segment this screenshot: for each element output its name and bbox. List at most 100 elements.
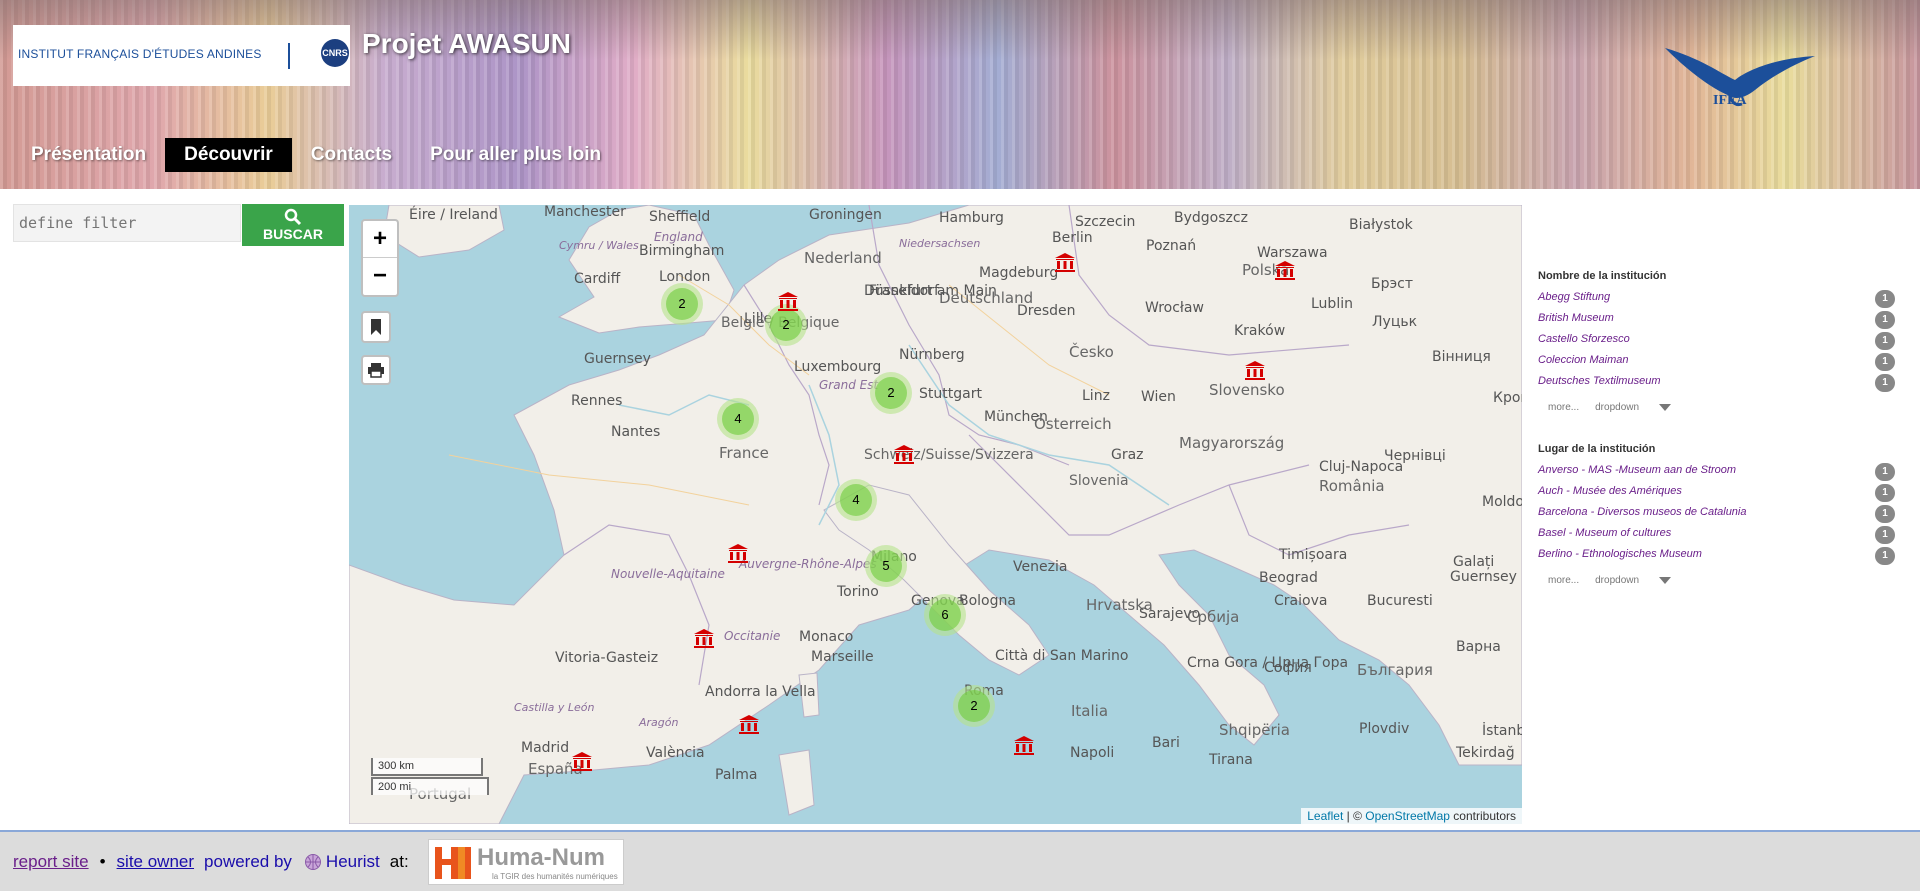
humanum-tagline: la TGIR des humanités numériques [492, 872, 618, 881]
svg-text:Cardiff: Cardiff [574, 271, 621, 287]
museum-marker-icon[interactable] [727, 542, 749, 564]
facet-count-badge: 1 [1875, 311, 1895, 329]
svg-text:Auvergne-Rhône-Alpes: Auvergne-Rhône-Alpes [738, 557, 877, 571]
facet-item[interactable]: Coleccion Maiman 1 [1538, 353, 1895, 375]
facet-dropdown-toggle[interactable]: dropdown [1595, 575, 1687, 586]
nav-pour-aller-plus-loin[interactable]: Pour aller plus loin [411, 138, 620, 172]
svg-text:Wien: Wien [1141, 389, 1176, 405]
svg-text:Linz: Linz [1082, 388, 1110, 404]
svg-text:Occitanie: Occitanie [724, 629, 780, 643]
svg-text:Andorra la Vella: Andorra la Vella [705, 684, 816, 700]
search-input[interactable] [13, 204, 241, 242]
museum-marker-icon[interactable] [1054, 251, 1076, 273]
svg-text:София: София [1264, 660, 1312, 676]
svg-text:Magyarország: Magyarország [1179, 434, 1284, 452]
svg-text:Madrid: Madrid [521, 740, 569, 756]
svg-text:Palma: Palma [715, 767, 758, 783]
map-view[interactable]: Éire / Ireland Manchester Sheffield Engl… [349, 205, 1522, 824]
powered-by-label: powered by [204, 852, 292, 871]
site-owner-link[interactable]: site owner [117, 852, 194, 872]
nav-decouvrir[interactable]: Découvrir [165, 138, 292, 172]
cnrs-logo: CNRS [321, 39, 349, 67]
svg-text:Éire / Ireland: Éire / Ireland [409, 206, 498, 223]
site-title[interactable]: Projet AWASUN [362, 28, 571, 60]
zoom-in-button[interactable]: + [363, 221, 397, 258]
facet-item[interactable]: Basel - Museum of cultures 1 [1538, 526, 1895, 548]
svg-text:Birmingham: Birmingham [639, 243, 724, 259]
svg-text:Луцьк: Луцьк [1372, 314, 1417, 330]
svg-text:България: България [1357, 661, 1433, 679]
facet-item[interactable]: Castello Sforzesco 1 [1538, 332, 1895, 354]
facet-item[interactable]: British Museum 1 [1538, 311, 1895, 333]
svg-text:Torino: Torino [836, 584, 879, 600]
svg-text:İstanbul: İstanbul [1482, 721, 1522, 739]
museum-marker-icon[interactable] [738, 713, 760, 735]
footer-separator: • [99, 852, 106, 871]
svg-text:Białystok: Białystok [1349, 217, 1414, 233]
footer: report site • site owner powered by Heur… [0, 830, 1920, 891]
osm-link[interactable]: OpenStreetMap [1365, 809, 1450, 823]
report-site-link[interactable]: report site [13, 852, 89, 872]
main-nav: Présentation Découvrir Contacts Pour all… [12, 138, 620, 172]
bookmark-button[interactable] [361, 311, 391, 343]
facet-panel: Nombre de la institución Abegg Stiftung 1… [1538, 270, 1895, 614]
svg-text:Hamburg: Hamburg [939, 210, 1004, 226]
nav-presentation[interactable]: Présentation [12, 138, 165, 172]
museum-marker-icon[interactable] [1274, 259, 1296, 281]
zoom-control: + − [361, 219, 399, 297]
facet-item[interactable]: Auch - Musée des Amériques 1 [1538, 484, 1895, 506]
facet-item[interactable]: Deutsches Textilmuseum 1 [1538, 374, 1895, 396]
svg-text:Beograd: Beograd [1259, 570, 1318, 586]
map-cluster[interactable]: 2 [661, 283, 703, 325]
zoom-out-button[interactable]: − [363, 258, 397, 295]
museum-marker-icon[interactable] [777, 290, 799, 312]
print-button[interactable] [361, 355, 391, 385]
facet-count-badge: 1 [1875, 526, 1895, 544]
map-cluster[interactable]: 2 [870, 372, 912, 414]
museum-marker-icon[interactable] [693, 627, 715, 649]
map-cluster[interactable]: 2 [953, 685, 995, 727]
facet-more-link[interactable]: more... [1548, 402, 1579, 413]
facet-more-link[interactable]: more... [1548, 575, 1579, 586]
svg-text:Venezia: Venezia [1013, 559, 1067, 575]
museum-marker-icon[interactable] [571, 750, 593, 772]
svg-text:Вінниця: Вінниця [1432, 349, 1491, 365]
museum-marker-icon[interactable] [1013, 734, 1035, 756]
humanum-logo[interactable]: Huma-Num la TGIR des humanités numérique… [428, 839, 624, 885]
facet-item[interactable]: Berlino - Ethnologisches Museum 1 [1538, 547, 1895, 569]
facet-group-institution: Nombre de la institución Abegg Stiftung 1… [1538, 270, 1895, 413]
svg-text:Stuttgart: Stuttgart [919, 386, 982, 402]
leaflet-link[interactable]: Leaflet [1307, 809, 1343, 823]
museum-marker-icon[interactable] [893, 443, 915, 465]
map-scale: 300 km 200 mi [371, 758, 489, 795]
nav-contacts[interactable]: Contacts [292, 138, 411, 172]
svg-text:Monaco: Monaco [799, 629, 853, 645]
svg-text:Кроп: Кроп [1493, 390, 1522, 406]
svg-text:France: France [719, 444, 769, 462]
facet-count-badge: 1 [1875, 547, 1895, 565]
search-button[interactable]: BUSCAR [242, 204, 344, 246]
facet-more-row: more... dropdown [1548, 402, 1895, 413]
map-cluster[interactable]: 5 [865, 545, 907, 587]
search-button-label: BUSCAR [263, 226, 323, 242]
map-cluster[interactable]: 4 [717, 398, 759, 440]
map-cluster[interactable]: 6 [924, 594, 966, 636]
institution-logo[interactable]: INSTITUT FRANÇAIS D'ÉTUDES ANDINES CNRS [13, 25, 350, 86]
svg-text:Sheffield: Sheffield [649, 209, 710, 225]
search-icon [284, 208, 302, 226]
at-label: at: [389, 852, 409, 871]
facet-item[interactable]: Anverso - MAS -Museum aan de Stroom 1 [1538, 463, 1895, 485]
map-cluster[interactable]: 4 [835, 479, 877, 521]
scale-km: 300 km [371, 758, 483, 776]
facet-item[interactable]: Barcelona - Diversos museos de Catalunia… [1538, 505, 1895, 527]
svg-text:Bari: Bari [1152, 735, 1180, 751]
svg-text:Österreich: Österreich [1034, 414, 1112, 433]
heurist-link[interactable]: Heurist [326, 852, 380, 872]
bookmark-icon [371, 319, 381, 335]
museum-marker-icon[interactable] [1244, 359, 1266, 381]
svg-text:România: România [1319, 477, 1385, 495]
svg-text:Moldova: Moldova [1482, 494, 1522, 510]
header-banner: INSTITUT FRANÇAIS D'ÉTUDES ANDINES CNRS … [0, 0, 1920, 189]
facet-dropdown-toggle[interactable]: dropdown [1595, 402, 1687, 413]
facet-item[interactable]: Abegg Stiftung 1 [1538, 290, 1895, 312]
